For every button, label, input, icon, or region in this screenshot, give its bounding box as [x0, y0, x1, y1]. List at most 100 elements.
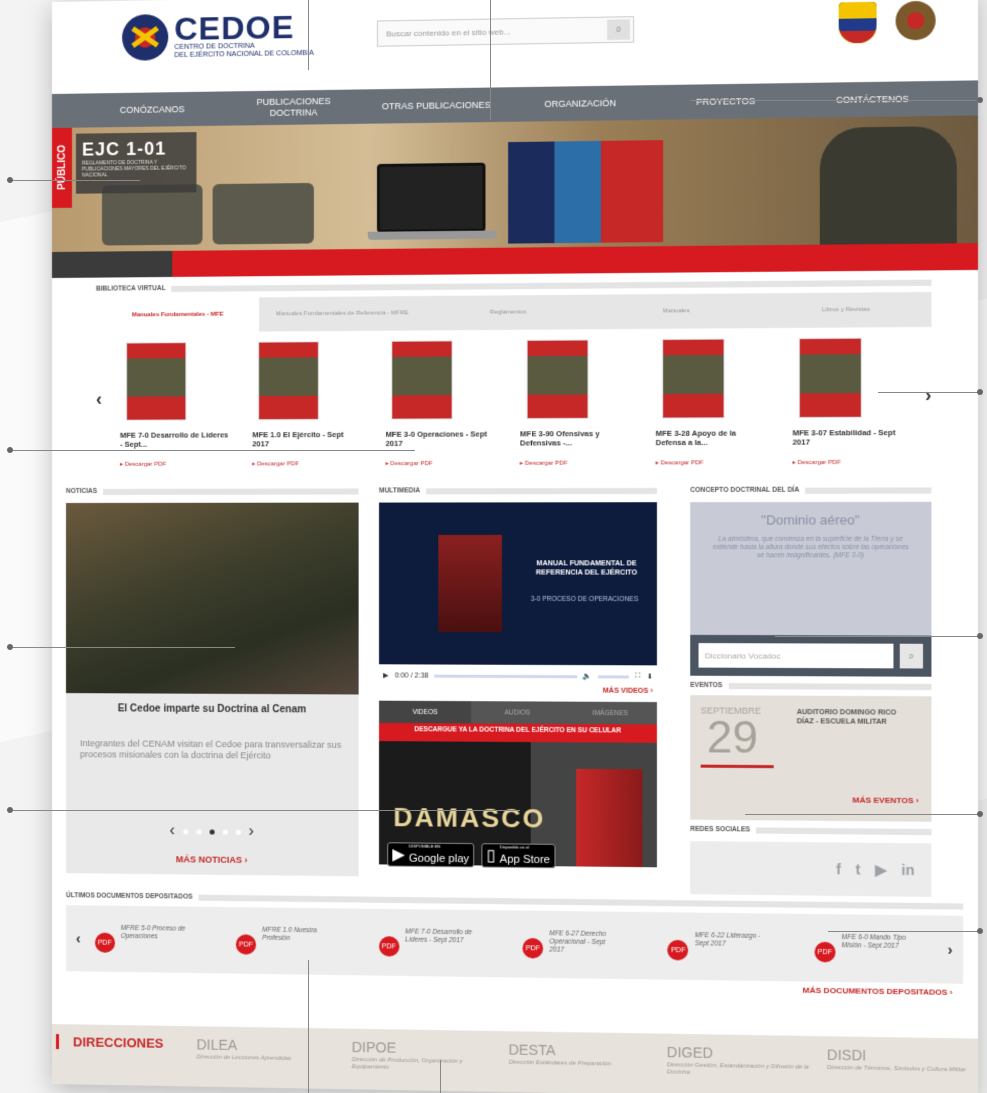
book-card[interactable]: MFE 7-0 Desarrollo de Líderes - Sept... …: [120, 342, 229, 493]
document-item[interactable]: PDF MFE 7-0 Desarrollo de Líderes - Sept …: [364, 928, 508, 958]
youtube-icon[interactable]: ▶: [875, 861, 886, 879]
download-pdf-link[interactable]: ▸ Descargar PDF: [792, 459, 906, 466]
chevron-left-icon[interactable]: ‹: [169, 822, 174, 840]
more-events-link[interactable]: MÁS EVENTOS ›: [852, 795, 918, 805]
news-headline[interactable]: El Cedoe imparte su Doctrina al Cenam: [80, 703, 344, 715]
directorate-dilea[interactable]: DILEA Dirección de Lecciones Aprendidas: [186, 1036, 341, 1064]
book-card[interactable]: MFE 3-0 Operaciones - Sept 2017 ▸ Descar…: [386, 340, 497, 492]
twitter-icon[interactable]: t: [856, 861, 861, 877]
document-item[interactable]: PDF MFE 6-27 Derecho Operacional - Sept 2…: [508, 930, 653, 960]
news-photo[interactable]: [65, 502, 359, 695]
book-cover[interactable]: [526, 339, 589, 420]
book-title[interactable]: MFE 3-28 Apoyo de la Defensa a la...: [656, 428, 769, 447]
document-name[interactable]: MFRE 1.0 Nuestra Profesión: [262, 927, 333, 944]
tab-libros[interactable]: Libros y Revistas: [760, 291, 932, 329]
tab-mfe[interactable]: Manuales Fundamentales - MFE: [96, 297, 260, 333]
download-icon[interactable]: ⬇: [647, 672, 653, 680]
seek-bar[interactable]: [434, 674, 577, 678]
download-pdf-link[interactable]: ▸ Descargar PDF: [386, 460, 497, 467]
fullscreen-icon[interactable]: ⛶: [635, 672, 640, 680]
tab-imagenes[interactable]: IMÁGENES: [564, 702, 657, 725]
directorate-code[interactable]: DILEA: [196, 1036, 341, 1054]
directorate-dipoe[interactable]: DIPOE Dirección de Producción, Organizaci…: [342, 1039, 499, 1074]
document-name[interactable]: MFRE 5-0 Proceso de Operaciones: [121, 925, 191, 942]
search-input[interactable]: Buscar contenido en el sitio web...: [378, 25, 607, 38]
army-seal-icon[interactable]: [895, 0, 936, 41]
directorate-desta[interactable]: DESTA Dirección Estándares de Preparación: [498, 1041, 656, 1069]
download-pdf-link[interactable]: ▸ Descargar PDF: [120, 461, 229, 468]
tab-videos[interactable]: VIDEOS: [379, 700, 472, 724]
search-icon[interactable]: ⌕: [899, 643, 923, 669]
document-name[interactable]: MFE 7-0 Desarrollo de Líderes - Sept 201…: [405, 928, 477, 945]
download-pdf-link[interactable]: ▸ Descargar PDF: [656, 459, 769, 466]
nav-item-organizacion[interactable]: ORGANIZACIÓN: [524, 97, 638, 110]
event-card[interactable]: SEPTIEMBRE 29 AUDITORIO DOMINGO RICO DÍA…: [690, 695, 932, 822]
chevron-left-icon[interactable]: ‹: [96, 389, 102, 410]
nav-item-conozcanos[interactable]: CONÓZCANOS: [97, 103, 208, 116]
book-cover[interactable]: [258, 341, 320, 421]
document-name[interactable]: MFE 6-22 Liderazgo - Sept 2017: [695, 932, 768, 949]
book-card[interactable]: MFE 3-90 Ofensivas y Defensivas -... ▸ D…: [520, 339, 632, 492]
play-icon[interactable]: ▶: [383, 671, 389, 679]
directorate-diged[interactable]: DIGED Dirección Gestión, Estandarización …: [657, 1044, 817, 1079]
pager-dot[interactable]: [222, 829, 228, 835]
directorate-disdi[interactable]: DISDI Dirección de Términos, Símbolos y C…: [816, 1046, 978, 1074]
document-name[interactable]: MFE 6-27 Derecho Operacional - Sept 2017: [549, 930, 621, 955]
google-play-badge[interactable]: ▶ DISPONIBLE EN Google play: [387, 842, 475, 868]
book-title[interactable]: MFE 3-07 Estabilidad - Sept 2017: [792, 428, 906, 447]
tab-reglamentos[interactable]: Reglamentos: [424, 294, 592, 331]
nav-item-proyectos[interactable]: PROYECTOS: [668, 95, 783, 108]
book-cover[interactable]: [391, 340, 454, 420]
book-title[interactable]: MFE 7-0 Desarrollo de Líderes - Sept...: [120, 430, 229, 448]
document-item[interactable]: PDF MFRE 1.0 Nuestra Profesión: [222, 926, 364, 956]
hero-banner[interactable]: PÚBLICO EJC 1-01 REGLAMENTO DE DOCTRINA …: [52, 115, 979, 278]
book-title[interactable]: MFE 3-0 Operaciones - Sept 2017: [386, 429, 497, 448]
more-news-link[interactable]: MÁS NOTICIAS ›: [66, 853, 359, 866]
book-title[interactable]: MFE 3-90 Ofensivas y Defensivas -...: [520, 429, 632, 448]
pager-dot[interactable]: [235, 829, 241, 835]
facebook-icon[interactable]: f: [836, 861, 841, 877]
book-cover[interactable]: [126, 342, 187, 421]
pager-dot[interactable]: [182, 828, 188, 834]
dictionary-input[interactable]: Diccionario Vocadoc: [698, 643, 894, 669]
nav-item-otras-publicaciones[interactable]: OTRAS PUBLICACIONES: [380, 99, 493, 112]
video-player[interactable]: MANUAL FUNDAMENTAL DE REFERENCIA DEL EJÉ…: [379, 502, 657, 666]
book-cover[interactable]: [661, 338, 725, 419]
site-logo[interactable]: CEDOE CENTRO DE DOCTRINA DEL EJÉRCITO NA…: [122, 9, 314, 61]
document-item[interactable]: PDF MFRE 5-0 Proceso de Operaciones: [81, 924, 222, 954]
tab-audios[interactable]: AUDIOS: [471, 701, 564, 724]
document-item[interactable]: PDF MFE 6-22 Liderazgo - Sept 2017: [653, 932, 800, 963]
book-card[interactable]: MFE 1.0 El Ejército - Sept 2017 ▸ Descar…: [252, 341, 362, 493]
chevron-right-icon[interactable]: ›: [248, 823, 253, 841]
pager-dot[interactable]: [195, 828, 202, 834]
download-pdf-link[interactable]: ▸ Descargar PDF: [252, 460, 362, 467]
book-card[interactable]: MFE 3-28 Apoyo de la Defensa a la... ▸ D…: [656, 338, 769, 492]
app-store-badge[interactable]: ▯ Disponible en el App Store: [481, 843, 556, 869]
damasco-app-banner[interactable]: DESCARGUE YA LA DOCTRINA DEL EJÉRCITO EN…: [379, 722, 657, 869]
chevron-right-icon[interactable]: ›: [948, 941, 953, 958]
site-search[interactable]: Buscar contenido en el sitio web... ⌕: [376, 16, 635, 47]
download-pdf-link[interactable]: ▸ Descargar PDF: [520, 459, 632, 467]
colombia-coat-of-arms-icon[interactable]: [838, 1, 877, 44]
tab-mfre[interactable]: Manuales Fundamentales de Referencia - M…: [259, 296, 425, 332]
linkedin-icon[interactable]: in: [901, 862, 914, 879]
tab-manuales[interactable]: Manuales: [591, 293, 761, 330]
pager-dot-active[interactable]: [209, 828, 215, 835]
volume-slider[interactable]: [598, 674, 630, 679]
more-videos-link[interactable]: MÁS VIDEOS ›: [379, 687, 657, 703]
nav-item-publicaciones[interactable]: PUBLICACIONES DOCTRINA: [238, 96, 350, 120]
document-name[interactable]: MFE 6-0 Mando Tipo Misión - Sept 2017: [842, 934, 916, 951]
directorate-code[interactable]: DISDI: [827, 1046, 978, 1065]
book-title[interactable]: MFE 1.0 El Ejército - Sept 2017: [252, 430, 362, 448]
callout-line: [10, 450, 415, 451]
directorate-code[interactable]: DESTA: [509, 1041, 657, 1060]
chevron-right-icon[interactable]: ›: [925, 385, 931, 407]
directorate-code[interactable]: DIPOE: [352, 1039, 499, 1058]
book-cover[interactable]: [798, 337, 862, 419]
volume-icon[interactable]: 🔈: [583, 672, 592, 680]
book-card[interactable]: MFE 3-07 Estabilidad - Sept 2017 ▸ Desca…: [792, 337, 906, 491]
directorate-code[interactable]: DIGED: [667, 1044, 817, 1063]
logo-subtitle-2: DEL EJÉRCITO NACIONAL DE COLOMBIA: [174, 49, 314, 60]
search-icon[interactable]: ⌕: [607, 19, 630, 41]
document-item[interactable]: PDF MFE 6-0 Mando Tipo Misión - Sept 2017: [800, 933, 948, 964]
